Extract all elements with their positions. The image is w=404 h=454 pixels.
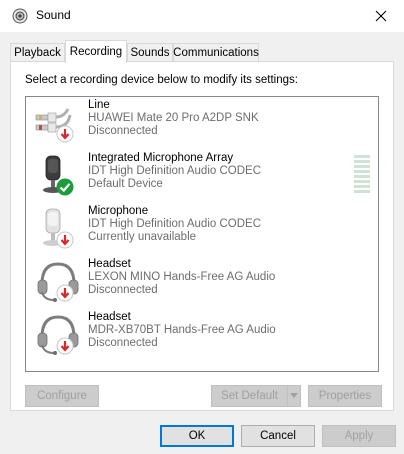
configure-button[interactable]: Configure [25,385,99,407]
cancel-button[interactable]: Cancel [241,425,315,447]
tab-playback[interactable]: Playback [10,43,65,62]
properties-button[interactable]: Properties [308,385,382,407]
disconnected-arrow-icon [56,284,74,302]
device-description: IDT High Definition Audio CODEC [88,165,261,177]
instruction-text: Select a recording device below to modif… [25,74,298,86]
device-list[interactable]: Line HUAWEI Mate 20 Pro A2DP SNK Disconn… [25,96,379,372]
device-item-headset-mdr[interactable]: Headset MDR-XB70BT Hands-Free AG Audio D… [26,309,378,362]
device-status: Disconnected [88,337,158,349]
device-item-microphone[interactable]: Microphone IDT High Definition Audio COD… [26,203,378,256]
device-item-integrated-microphone-array[interactable]: Integrated Microphone Array IDT High Def… [26,150,378,203]
tab-recording[interactable]: Recording [65,40,127,63]
dialog-body: Playback Recording Sounds Communications… [0,32,404,454]
set-default-button[interactable]: Set Default [211,385,287,407]
chevron-down-icon [290,393,298,398]
device-status: Disconnected [88,284,158,296]
disconnected-arrow-icon [56,231,74,249]
device-description: LEXON MINO Hands-Free AG Audio [88,271,276,283]
recording-panel: Select a recording device below to modif… [10,61,394,411]
device-name: Headset [88,311,131,323]
device-item-headset-lexon[interactable]: Headset LEXON MINO Hands-Free AG Audio D… [26,256,378,309]
device-description: MDR-XB70BT Hands-Free AG Audio [88,324,276,336]
set-default-dropdown-button[interactable] [287,385,301,407]
level-meter [354,155,370,193]
device-status: Currently unavailable [88,231,197,243]
device-description: IDT High Definition Audio CODEC [88,218,261,230]
device-name: Line [88,99,110,111]
device-status: Default Device [88,178,163,190]
speaker-icon [12,8,28,24]
device-name: Integrated Microphone Array [88,152,234,164]
device-name: Microphone [88,205,149,217]
tab-label: Recording [69,46,123,58]
disconnected-arrow-icon [56,337,74,355]
device-description: HUAWEI Mate 20 Pro A2DP SNK [88,112,259,124]
window-title: Sound [36,8,71,22]
device-name: Headset [88,258,131,270]
disconnected-arrow-icon [56,125,74,143]
tab-label: Communications [173,47,259,59]
apply-button[interactable]: Apply [322,425,396,447]
ok-button[interactable]: OK [160,425,234,447]
tab-sounds[interactable]: Sounds [127,43,173,62]
close-icon [375,10,387,22]
tab-label: Playback [14,47,61,59]
close-button[interactable] [358,0,404,32]
title-bar: Sound [0,0,404,32]
tab-communications[interactable]: Communications [173,43,259,62]
default-check-icon [56,178,74,196]
device-item-line[interactable]: Line HUAWEI Mate 20 Pro A2DP SNK Disconn… [26,97,378,150]
device-status: Disconnected [88,125,158,137]
tab-label: Sounds [130,47,170,59]
